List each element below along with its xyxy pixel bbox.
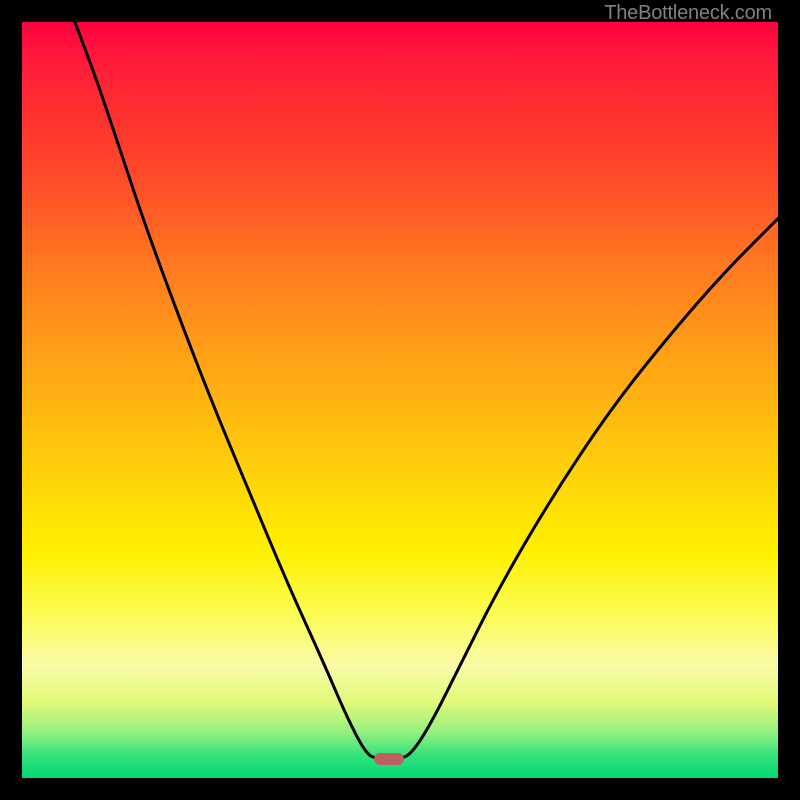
minimum-marker [374,753,404,765]
bottleneck-curve [22,22,778,778]
chart-container: TheBottleneck.com [0,0,800,800]
watermark-text: TheBottleneck.com [604,2,772,25]
